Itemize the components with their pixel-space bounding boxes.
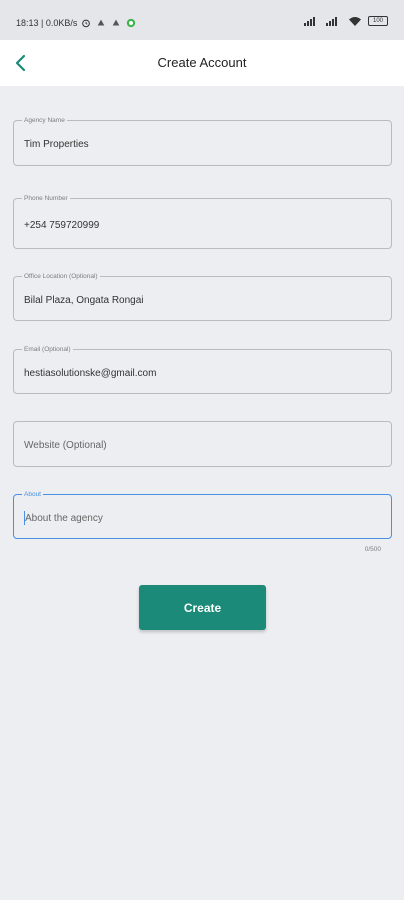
wifi-icon <box>349 17 361 26</box>
phone-number-label: Phone Number <box>22 194 70 203</box>
page-title: Create Account <box>157 55 247 70</box>
office-location-label: Office Location (Optional) <box>22 272 100 281</box>
office-location-field[interactable]: Office Location (Optional) Bilal Plaza, … <box>13 272 392 321</box>
phone-number-value: +254 759720999 <box>24 220 100 231</box>
agency-name-value: Tim Properties <box>24 139 89 150</box>
email-value: hestiasolutionske@gmail.com <box>24 368 157 379</box>
battery-level: 100 <box>372 18 383 24</box>
signal-icon-2 <box>326 17 337 26</box>
battery-icon: 100 <box>368 16 388 26</box>
phone-number-field[interactable]: Phone Number +254 759720999 <box>13 194 392 249</box>
create-button-label: Create <box>183 600 222 615</box>
whatsapp-icon <box>127 18 136 28</box>
about-field[interactable]: About About the agency <box>13 490 392 539</box>
signal-icon <box>304 17 315 26</box>
app-notification-icon <box>98 19 105 26</box>
website-field[interactable]: Website (Optional) <box>13 421 392 467</box>
about-label: About <box>22 490 43 499</box>
alarm-icon <box>82 19 91 28</box>
about-char-counter: 0/500 <box>364 546 381 553</box>
status-time: 18:13 | 0.0KB/s <box>16 18 78 28</box>
app-header: Create Account <box>0 40 404 86</box>
status-left: 18:13 | 0.0KB/s <box>16 18 137 28</box>
create-button[interactable]: Create <box>139 585 266 630</box>
website-placeholder: Website (Optional) <box>24 440 107 451</box>
app-notification-icon-2 <box>113 19 120 26</box>
agency-name-field[interactable]: Agency Name Tim Properties <box>13 116 392 166</box>
about-placeholder: About the agency <box>25 513 103 524</box>
email-field[interactable]: Email (Optional) hestiasolutionske@gmail… <box>13 345 392 394</box>
status-right: 100 <box>304 16 388 26</box>
office-location-value: Bilal Plaza, Ongata Rongai <box>24 295 144 306</box>
agency-name-label: Agency Name <box>22 116 67 125</box>
status-bar: 18:13 | 0.0KB/s 100 <box>0 0 404 40</box>
email-label: Email (Optional) <box>22 345 73 354</box>
